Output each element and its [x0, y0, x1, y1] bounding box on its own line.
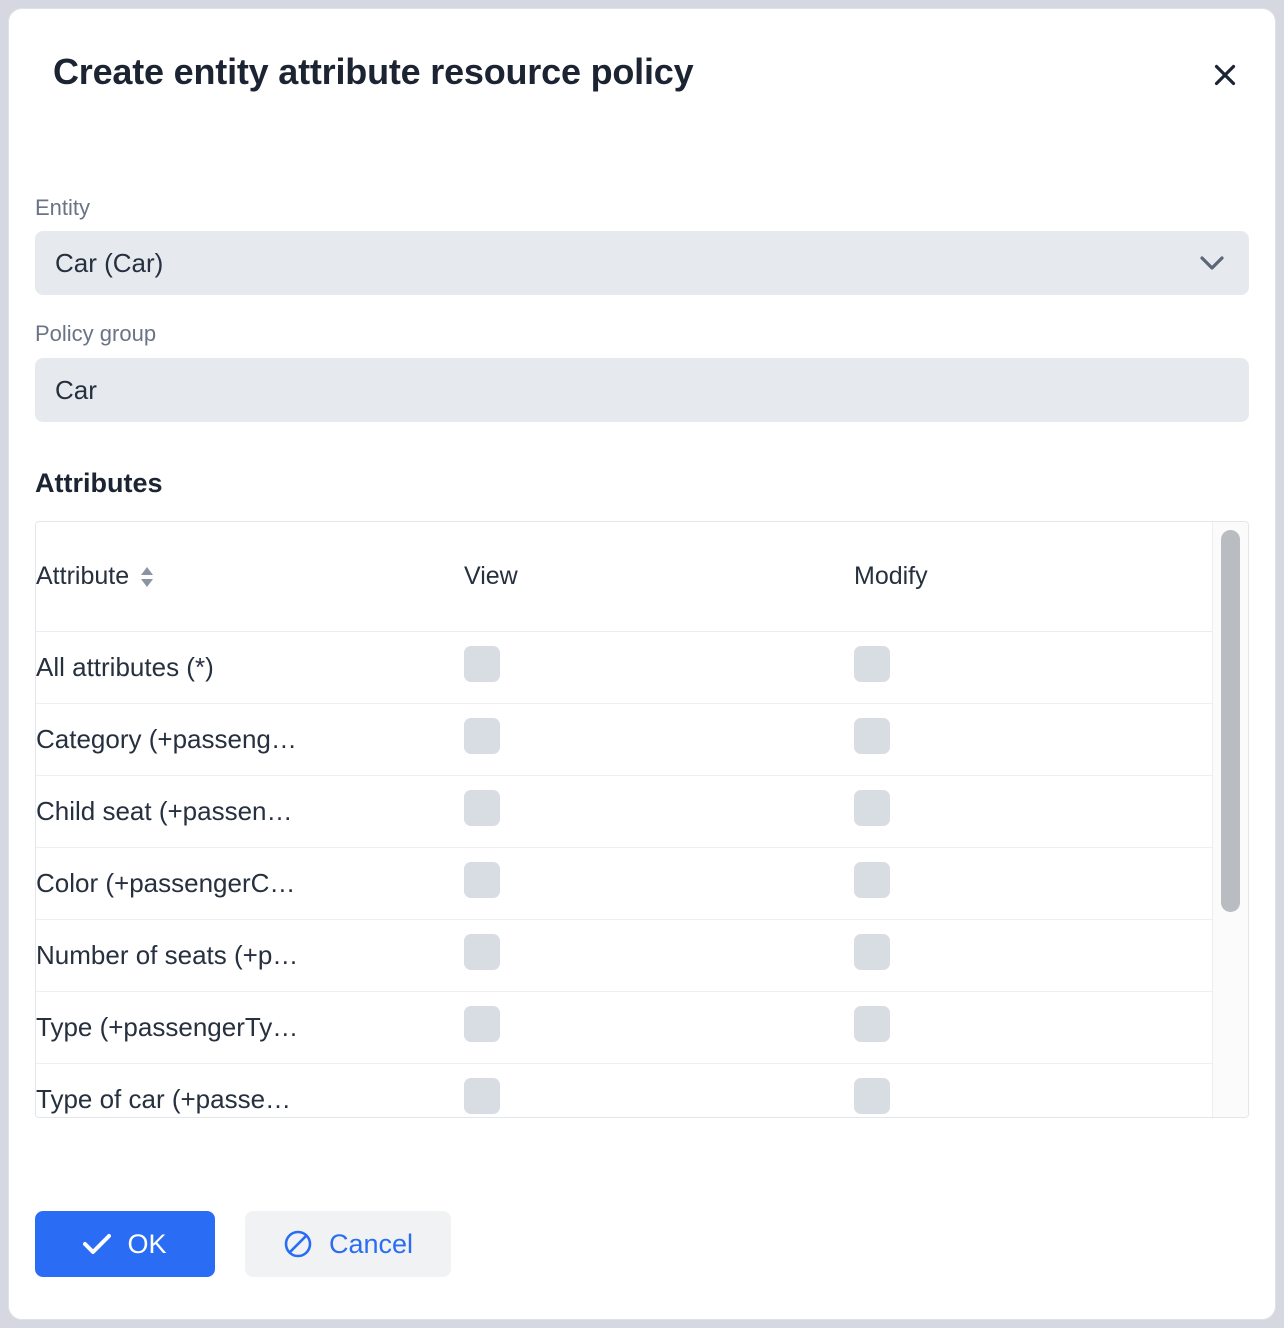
table-row: Color (+passengerC… — [36, 848, 1220, 920]
modify-checkbox-cell — [854, 992, 1220, 1064]
view-checkbox-cell — [464, 776, 854, 848]
modify-checkbox[interactable] — [854, 1078, 890, 1114]
attribute-name-cell: Number of seats (+p… — [36, 920, 464, 992]
ok-button[interactable]: OK — [35, 1211, 215, 1277]
table-row: Type of car (+passe… — [36, 1064, 1220, 1118]
table-body: All attributes (*)Category (+passeng…Chi… — [36, 632, 1220, 1118]
table-row: Number of seats (+p… — [36, 920, 1220, 992]
modify-checkbox-cell — [854, 920, 1220, 992]
cancel-button[interactable]: Cancel — [245, 1211, 451, 1277]
attribute-name-cell: Child seat (+passen… — [36, 776, 464, 848]
table-header: Attribute View — [36, 522, 1220, 632]
view-checkbox-cell — [464, 992, 854, 1064]
table-row: Type (+passengerTy… — [36, 992, 1220, 1064]
column-header-attribute[interactable]: Attribute — [36, 522, 464, 632]
view-checkbox-cell — [464, 704, 854, 776]
modify-checkbox[interactable] — [854, 934, 890, 970]
column-header-attribute-label: Attribute — [36, 562, 129, 591]
modify-checkbox[interactable] — [854, 1006, 890, 1042]
table-row: Child seat (+passen… — [36, 776, 1220, 848]
table-scrollbar-thumb[interactable] — [1221, 530, 1240, 912]
table-row: All attributes (*) — [36, 632, 1220, 704]
attribute-name-cell: Category (+passeng… — [36, 704, 464, 776]
policy-group-value: Car — [55, 377, 97, 403]
view-checkbox-cell — [464, 920, 854, 992]
column-header-modify: Modify — [854, 522, 1220, 632]
view-checkbox[interactable] — [464, 1006, 500, 1042]
modify-checkbox[interactable] — [854, 646, 890, 682]
column-header-view-label: View — [464, 562, 518, 590]
modify-checkbox[interactable] — [854, 718, 890, 754]
chevron-down-icon — [1199, 255, 1225, 271]
table-row: Category (+passeng… — [36, 704, 1220, 776]
create-policy-dialog: Create entity attribute resource policy … — [8, 8, 1276, 1320]
view-checkbox-cell — [464, 1064, 854, 1118]
sort-icon[interactable] — [140, 566, 154, 588]
view-checkbox[interactable] — [464, 934, 500, 970]
policy-group-label: Policy group — [35, 295, 1249, 347]
view-checkbox[interactable] — [464, 646, 500, 682]
cancel-button-label: Cancel — [329, 1229, 413, 1260]
entity-select[interactable]: Car (Car) — [35, 231, 1249, 295]
attribute-name-cell: Type of car (+passe… — [36, 1064, 464, 1118]
view-checkbox[interactable] — [464, 1078, 500, 1114]
modify-checkbox-cell — [854, 776, 1220, 848]
modify-checkbox-cell — [854, 704, 1220, 776]
attribute-name-cell: All attributes (*) — [36, 632, 464, 704]
attribute-name-cell: Type (+passengerTy… — [36, 992, 464, 1064]
attribute-name-cell: Color (+passengerC… — [36, 848, 464, 920]
policy-group-input[interactable]: Car — [35, 358, 1249, 422]
attributes-table: Attribute View — [36, 522, 1220, 1118]
dialog-header: Create entity attribute resource policy — [9, 9, 1275, 139]
attributes-heading: Attributes — [35, 468, 1249, 499]
modify-checkbox[interactable] — [854, 790, 890, 826]
entity-value: Car (Car) — [55, 250, 163, 276]
close-icon — [1212, 62, 1238, 88]
dialog-body: Entity Car (Car) Policy group Car Attrib… — [9, 139, 1275, 1169]
ok-button-label: OK — [127, 1229, 166, 1260]
dialog-title: Create entity attribute resource policy — [53, 51, 693, 93]
view-checkbox-cell — [464, 632, 854, 704]
check-icon — [83, 1233, 111, 1255]
modify-checkbox-cell — [854, 848, 1220, 920]
view-checkbox[interactable] — [464, 790, 500, 826]
column-header-view: View — [464, 522, 854, 632]
table-scrollbar[interactable] — [1212, 522, 1248, 1117]
table-header-row: Attribute View — [36, 522, 1220, 632]
view-checkbox-cell — [464, 848, 854, 920]
modify-checkbox[interactable] — [854, 862, 890, 898]
dialog-footer: OK Cancel — [9, 1169, 1275, 1319]
modify-checkbox-cell — [854, 632, 1220, 704]
close-button[interactable] — [1203, 53, 1247, 97]
attributes-table-container: Attribute View — [35, 521, 1249, 1118]
block-icon — [283, 1229, 313, 1259]
modify-checkbox-cell — [854, 1064, 1220, 1118]
view-checkbox[interactable] — [464, 862, 500, 898]
entity-label: Entity — [35, 139, 1249, 221]
column-header-modify-label: Modify — [854, 562, 928, 590]
view-checkbox[interactable] — [464, 718, 500, 754]
